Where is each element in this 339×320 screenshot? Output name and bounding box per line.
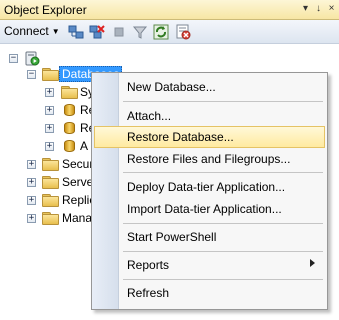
expand-icon[interactable]: + (45, 142, 54, 151)
expand-icon[interactable]: + (45, 106, 54, 115)
expand-icon[interactable]: + (45, 124, 54, 133)
tree-node-system-databases[interactable]: + Sy (0, 84, 95, 102)
database-icon (64, 121, 75, 135)
summary-icon[interactable] (174, 23, 192, 41)
menu-item-label: Restore Database... (127, 130, 234, 144)
menu-item-start-powershell[interactable]: Start PowerShell (94, 226, 325, 248)
folder-icon (42, 194, 59, 207)
menu-item-label: Reports (127, 258, 170, 272)
tree-node-database[interactable]: + Re (0, 120, 95, 138)
submenu-arrow-icon (310, 259, 315, 267)
object-explorer-titlebar: Object Explorer ▾ ↓ × (0, 0, 339, 20)
menu-item-label: Start PowerShell (127, 230, 217, 244)
menu-item-restore-files-filegroups[interactable]: Restore Files and Filegroups... (94, 148, 325, 170)
tree-node-database[interactable]: + Re (0, 102, 95, 120)
expand-icon[interactable]: + (27, 196, 36, 205)
window-position-icon[interactable]: ▾ (299, 2, 312, 16)
connect-icon[interactable] (67, 23, 85, 41)
folder-icon (61, 86, 78, 99)
folder-icon (42, 68, 59, 81)
menu-item-label: Attach... (127, 109, 172, 123)
collapse-icon[interactable]: − (9, 54, 18, 63)
menu-separator (123, 223, 323, 224)
menu-item-label: New Database... (127, 80, 216, 94)
pin-icon[interactable]: ↓ (312, 2, 325, 16)
expand-icon[interactable]: + (27, 178, 36, 187)
menu-item-reports[interactable]: Reports (94, 254, 325, 276)
tree-node-label: A (80, 139, 89, 153)
collapse-icon[interactable]: − (27, 70, 36, 79)
tree-node-management[interactable]: + Mana (0, 210, 95, 228)
folder-icon (42, 158, 59, 171)
menu-separator (123, 101, 323, 102)
folder-icon (42, 212, 59, 225)
menu-item-refresh[interactable]: Refresh (94, 282, 325, 304)
menu-item-import-data-tier[interactable]: Import Data-tier Application... (94, 198, 325, 220)
menu-separator (123, 279, 323, 280)
stop-icon[interactable] (110, 23, 128, 41)
tree-node-replication[interactable]: + Replic (0, 192, 95, 210)
expand-icon[interactable]: + (27, 214, 36, 223)
database-icon (64, 103, 75, 117)
menu-separator (123, 251, 323, 252)
menu-item-label: Import Data-tier Application... (127, 202, 282, 216)
menu-item-new-database[interactable]: New Database... (94, 76, 325, 98)
menu-item-attach[interactable]: Attach... (94, 105, 325, 127)
tree-node-server-objects[interactable]: + Serve (0, 174, 95, 192)
databases-context-menu: New Database... Attach... Restore Databa… (91, 72, 328, 310)
object-explorer-toolbar: Connect ▼ (0, 20, 339, 44)
menu-item-label: Deploy Data-tier Application... (127, 180, 286, 194)
tree-node-security[interactable]: + Secur (0, 156, 95, 174)
folder-icon (42, 176, 59, 189)
filter-icon[interactable] (131, 23, 149, 41)
disconnect-icon[interactable] (88, 23, 106, 41)
database-icon (64, 139, 75, 153)
tree-node-label: Mana (62, 211, 93, 225)
menu-item-deploy-data-tier[interactable]: Deploy Data-tier Application... (94, 176, 325, 198)
chevron-down-icon[interactable]: ▼ (52, 27, 60, 36)
expand-icon[interactable]: + (27, 160, 36, 169)
refresh-icon[interactable] (152, 23, 170, 41)
expand-icon[interactable]: + (45, 88, 54, 97)
connect-button[interactable]: Connect ▼ (4, 24, 62, 40)
menu-item-label: Refresh (127, 286, 170, 300)
tree-node-label: Secur (62, 157, 94, 171)
menu-item-label: Restore Files and Filegroups... (127, 152, 291, 166)
close-icon[interactable]: × (325, 2, 338, 16)
tree-node-database[interactable]: + A (0, 138, 95, 156)
menu-item-restore-database[interactable]: Restore Database... (94, 126, 325, 148)
panel-title: Object Explorer (4, 3, 87, 17)
menu-separator (123, 172, 323, 173)
tree-node-label: Serve (62, 175, 94, 189)
connect-label: Connect (4, 24, 49, 38)
